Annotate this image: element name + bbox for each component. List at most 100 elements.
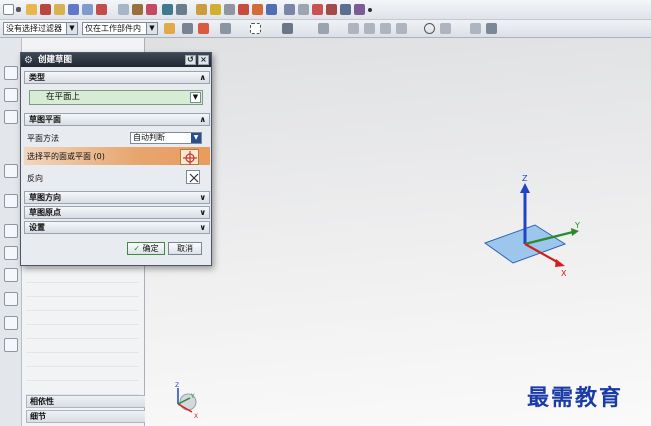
settings-group-header[interactable]: 设置 ∨: [24, 221, 210, 234]
render-icon[interactable]: [176, 4, 187, 15]
assembly-icon[interactable]: [284, 4, 295, 15]
crosshair-icon[interactable]: [180, 149, 199, 165]
sketch-plane-group-header[interactable]: 草图平面 ∧: [24, 113, 210, 126]
reset-icon[interactable]: ↺: [185, 55, 196, 65]
z-axis-arrow-icon: [520, 183, 530, 193]
reverse-direction-icon[interactable]: [186, 170, 200, 184]
sketch-plane-group-label: 草图平面: [29, 115, 61, 124]
resource-bar: [0, 38, 22, 426]
ok-check-icon: ✓: [133, 244, 141, 253]
sketch-origin-group-header[interactable]: 草图原点 ∨: [24, 206, 210, 219]
dialog-title-bar[interactable]: ⚙ 创建草图 ↺ ×: [21, 53, 211, 67]
assembly-navigator-icon[interactable]: [4, 66, 18, 80]
reuse-library-icon[interactable]: [4, 164, 18, 178]
drafting-icon[interactable]: [326, 4, 337, 15]
z-axis-label: Z: [522, 174, 528, 183]
motion-icon[interactable]: [340, 4, 351, 15]
plane-method-label: 平面方法: [27, 134, 59, 143]
dropdown-icon[interactable]: [16, 7, 21, 12]
point-snap-icon[interactable]: [318, 23, 329, 34]
mini-x-label: X: [194, 413, 198, 420]
details-section[interactable]: 细节 ∨: [26, 410, 159, 423]
system-scenes-icon[interactable]: [4, 338, 18, 352]
open-icon[interactable]: [26, 4, 37, 15]
cylinder-icon[interactable]: [82, 4, 93, 15]
select-all-icon[interactable]: [182, 23, 193, 34]
chevron-down-icon: ▼: [146, 23, 157, 34]
new-file-icon[interactable]: [3, 4, 14, 15]
x-axis-arrow-icon: [555, 259, 565, 267]
plane-method-select[interactable]: 自动判断 ▼: [130, 132, 202, 144]
sketch-type-select[interactable]: 在平面上 ▼: [29, 90, 203, 105]
chevron-down-icon: ∨: [199, 193, 207, 202]
view-triad: Z Y X: [175, 382, 198, 420]
arrow-icon[interactable]: [220, 23, 231, 34]
system-materials-icon[interactable]: [4, 246, 18, 260]
details-label: 细节: [30, 412, 46, 421]
selection-scope-select[interactable]: 仅在工作部件内 ▼: [82, 22, 158, 35]
surface-icon[interactable]: [118, 4, 129, 15]
selection-toolbar: 没有选择过滤器 ▼ 仅在工作部件内 ▼: [0, 20, 651, 38]
cancel-label: 取消: [177, 244, 193, 253]
snap-icon[interactable]: [198, 23, 209, 34]
reverse-direction-label: 反向: [27, 174, 43, 183]
roles-icon[interactable]: [4, 316, 18, 330]
y-axis-label: Y: [574, 221, 580, 230]
midpoint-icon[interactable]: [364, 23, 375, 34]
tangent-icon[interactable]: [470, 23, 481, 34]
more-icon[interactable]: [368, 8, 372, 12]
quadrant-icon[interactable]: [440, 23, 451, 34]
intersection-icon[interactable]: [396, 23, 407, 34]
mirror-icon[interactable]: [266, 4, 277, 15]
history-icon[interactable]: [4, 224, 18, 238]
watermark-text: 最需教育: [527, 385, 624, 411]
extrude-icon[interactable]: [210, 4, 221, 15]
sphere-icon[interactable]: [96, 4, 107, 15]
sketch-orientation-label: 草图方向: [29, 193, 61, 202]
type-group-label: 类型: [29, 73, 45, 82]
simulation-icon[interactable]: [354, 4, 365, 15]
process-studio-icon[interactable]: [4, 268, 18, 282]
shape-icon[interactable]: [40, 4, 51, 15]
trim-icon[interactable]: [132, 4, 143, 15]
graphics-window[interactable]: Z Y X: [145, 38, 651, 426]
feature-icon[interactable]: [54, 4, 65, 15]
chevron-up-icon: ∧: [199, 115, 207, 124]
view-icon[interactable]: [282, 23, 293, 34]
type-filter-value: 没有选择过滤器: [6, 24, 62, 33]
type-filter-select[interactable]: 没有选择过滤器 ▼: [3, 22, 78, 35]
pattern-icon[interactable]: [252, 4, 263, 15]
close-icon[interactable]: ×: [198, 55, 209, 65]
filter-icon[interactable]: [164, 23, 175, 34]
part-navigator-icon[interactable]: [4, 110, 18, 124]
analysis-icon[interactable]: [162, 4, 173, 15]
cancel-button[interactable]: 取消: [168, 242, 202, 255]
plane-method-value: 自动判断: [133, 133, 165, 142]
circle-snap-icon[interactable]: [424, 23, 435, 34]
constraint-navigator-icon[interactable]: [4, 88, 18, 102]
settings-icon[interactable]: [486, 23, 497, 34]
sketch-icon[interactable]: [196, 4, 207, 15]
constraint-icon[interactable]: [312, 4, 323, 15]
center-icon[interactable]: [380, 23, 391, 34]
endpoint-icon[interactable]: [348, 23, 359, 34]
standard-toolbar: [0, 0, 651, 20]
component-icon[interactable]: [298, 4, 309, 15]
x-axis-label: X: [561, 269, 567, 278]
type-group-header[interactable]: 类型 ∧: [24, 71, 210, 84]
chevron-down-icon: ▼: [66, 23, 77, 34]
manufacturing-wizard-icon[interactable]: [4, 292, 18, 306]
sketch-orientation-group-header[interactable]: 草图方向 ∨: [24, 191, 210, 204]
chevron-down-icon: ▼: [191, 133, 201, 143]
hole-icon[interactable]: [238, 4, 249, 15]
blend-icon[interactable]: [146, 4, 157, 15]
chevron-down-icon: ∨: [199, 208, 207, 217]
block-icon[interactable]: [68, 4, 79, 15]
ok-button[interactable]: ✓ 确定: [127, 242, 165, 255]
selection-mode-icon[interactable]: [250, 23, 261, 34]
revolve-icon[interactable]: [224, 4, 235, 15]
gear-icon[interactable]: ⚙: [24, 54, 33, 68]
selection-scope-value: 仅在工作部件内: [85, 24, 141, 33]
dependencies-section[interactable]: 相依性 ∨: [26, 395, 159, 408]
web-browser-icon[interactable]: [4, 194, 18, 208]
